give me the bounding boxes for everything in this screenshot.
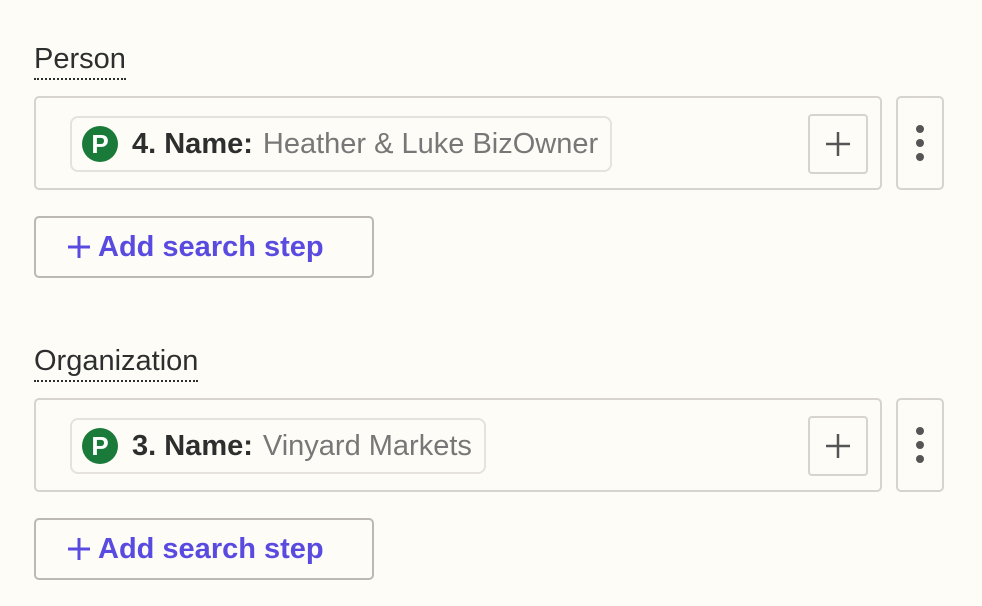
organization-more-options-button[interactable] <box>896 398 944 492</box>
pill-step-key: 4. Name: <box>132 127 253 160</box>
more-vertical-icon <box>916 427 924 463</box>
person-add-search-step-button[interactable]: Add search step <box>34 216 374 278</box>
person-field-input[interactable]: P 4. Name: Heather & Luke BizOwner <box>34 96 882 190</box>
person-field-section: Person P 4. Name: Heather & Luke BizOwne… <box>34 40 944 278</box>
organization-add-search-step-button[interactable]: Add search step <box>34 518 374 580</box>
person-field-label: Person <box>34 40 126 80</box>
person-field-row: P 4. Name: Heather & Luke BizOwner <box>34 96 944 194</box>
organization-field-section: Organization P 3. Name: Vinyard Markets <box>34 342 944 580</box>
plus-icon <box>826 132 850 156</box>
pill-step-value: Vinyard Markets <box>262 429 472 462</box>
pill-step-value: Heather & Luke BizOwner <box>262 127 599 160</box>
person-mapped-value-pill[interactable]: P 4. Name: Heather & Luke BizOwner <box>70 116 613 172</box>
more-vertical-icon <box>916 125 924 161</box>
plus-icon <box>66 234 92 260</box>
pill-step-key: 3. Name: <box>132 429 253 462</box>
plus-icon <box>66 536 92 562</box>
person-more-options-button[interactable] <box>896 96 944 190</box>
add-search-step-label: Add search step <box>98 230 324 263</box>
organization-field-row: P 3. Name: Vinyard Markets <box>34 398 944 496</box>
plus-icon <box>826 434 850 458</box>
insert-data-button[interactable] <box>808 416 868 476</box>
organization-field-label: Organization <box>34 342 199 382</box>
pipedrive-icon: P <box>82 428 118 464</box>
organization-field-input[interactable]: P 3. Name: Vinyard Markets <box>34 398 882 492</box>
add-search-step-label: Add search step <box>98 532 324 565</box>
organization-mapped-value-pill[interactable]: P 3. Name: Vinyard Markets <box>70 418 486 474</box>
pipedrive-icon: P <box>82 126 118 162</box>
insert-data-button[interactable] <box>808 114 868 174</box>
